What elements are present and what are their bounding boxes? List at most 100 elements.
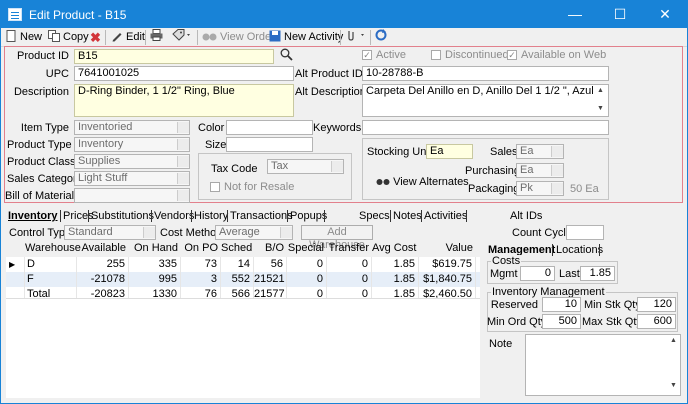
view-alternates-button[interactable]: View Alternates [376,176,469,188]
col-special[interactable]: Special [287,241,327,256]
upc-field[interactable]: 7641001025 [74,66,294,81]
product-id-field[interactable]: B15 [74,49,274,64]
alt-description-label: Alt Description [295,86,366,98]
max-stk-field[interactable]: 600 [637,314,676,329]
tab-alt-ids[interactable]: Alt IDs [510,209,542,223]
not-for-resale-label: Not for Resale [224,181,295,193]
cell-sched: 552 [221,272,254,287]
app-icon [8,8,22,21]
table-row[interactable]: F -21078 995 3 552 21521 0 0 1.85 $1,840… [6,272,480,287]
alt-product-id-field[interactable]: 10-28788-B [362,66,609,81]
edit-button[interactable]: Edit [111,29,145,46]
grid-empty-area [6,298,480,398]
keywords-field[interactable] [362,120,609,135]
note-field[interactable] [525,334,681,396]
mgmt-label: Mgmt [490,268,518,280]
add-warehouse-button[interactable]: Add Warehouse [301,225,373,251]
cost-method-label: Cost Method [160,227,223,239]
tax-code-select[interactable]: Tax [267,159,344,174]
active-checkbox[interactable]: ✓ [362,50,372,60]
not-for-resale-checkbox[interactable] [210,182,220,192]
cost-method-select[interactable]: Average [215,225,293,240]
stocking-unit-field[interactable]: Ea [426,144,473,159]
delete-icon[interactable]: ✖ [90,29,101,46]
col-on-hand[interactable]: On Hand [129,241,181,256]
item-type-select[interactable]: Inventoried [74,120,190,135]
new-button[interactable]: New [5,29,42,46]
tab-locations[interactable]: Locations [556,243,603,257]
sales-category-select[interactable]: Light Stuff [74,171,190,186]
control-type-select[interactable]: Standard [64,225,156,240]
tab-substitutions[interactable]: Substitutions [91,209,154,223]
size-field[interactable] [226,137,313,152]
tag-icon[interactable] [172,29,192,46]
col-transfer[interactable]: Transfer [327,241,372,256]
min-stk-field[interactable]: 120 [637,297,676,312]
col-warehouse[interactable]: Warehouse [25,241,81,256]
last-cost-field[interactable]: 1.85 [580,266,615,281]
tab-separator [324,210,325,222]
tab-notes[interactable]: Notes [393,209,422,223]
cell-special: 0 [287,257,327,272]
product-class-select[interactable]: Supplies [74,154,190,169]
mgmt-cost-field[interactable]: 0 [520,266,555,281]
toolbar-separator [340,30,341,45]
description-label: Description [13,86,69,98]
tab-history[interactable]: History [194,209,228,223]
tab-popups[interactable]: Popups [290,209,327,223]
search-icon[interactable] [280,48,293,64]
bom-select[interactable] [74,188,190,203]
scroll-arrows-icon[interactable]: ▲ ▼ [597,86,604,113]
maximize-button[interactable]: ☐ [598,1,642,28]
tab-separator [191,210,192,222]
grid-header: Warehouse Available On Hand On PO Sched … [6,241,480,256]
description-field[interactable]: D-Ring Binder, 1 1/2" Ring, Blue [74,84,294,117]
print-icon[interactable] [150,29,163,46]
tab-separator [88,210,89,222]
cell-avg-cost: 1.85 [372,257,419,272]
col-available[interactable]: Available [77,241,129,256]
refresh-icon[interactable] [375,29,387,46]
view-order-button[interactable]: View Order [202,29,275,46]
count-cycle-field[interactable] [566,225,604,240]
tab-inventory[interactable]: Inventory [8,209,58,223]
tab-activities[interactable]: Activities [424,209,467,223]
tab-vendors[interactable]: Vendors [154,209,194,223]
tab-separator [421,210,422,222]
packaging-unit-select[interactable]: Pk [516,181,564,196]
copy-button[interactable]: Copy [48,29,89,46]
table-row[interactable]: ▶ D 255 335 73 14 56 0 0 1.85 $619.75 [6,257,480,272]
attachment-icon[interactable] [345,29,367,46]
alt-description-field[interactable]: Carpeta Del Anillo en D, Anillo Del 1 1/… [362,84,609,117]
close-window-button[interactable]: ✕ [643,1,687,28]
available-web-checkbox[interactable]: ✓ [507,50,517,60]
tab-transactions[interactable]: Transactions [230,209,293,223]
packaging-qty: 50 Ea [570,183,599,195]
tab-separator [599,244,600,256]
last-label: Last [559,268,580,280]
min-stk-label: Min Stk Qty [584,299,641,311]
sales-unit-select[interactable]: Ea [516,144,564,159]
tab-separator [60,210,61,222]
discontinued-checkbox[interactable] [431,50,441,60]
product-id-label: Product ID [17,50,69,62]
reserved-field[interactable]: 10 [542,297,581,312]
new-label: New [20,31,43,43]
stocking-unit-label: Stocking Unit [367,146,432,158]
col-sched[interactable]: Sched [221,241,254,256]
note-scroll-arrows-icon[interactable]: ▲ ▼ [670,336,677,390]
col-on-po[interactable]: On PO [181,241,221,256]
product-type-label: Product Type [7,139,72,151]
col-value[interactable]: Value [419,241,476,256]
purchasing-unit-select[interactable]: Ea [516,163,564,178]
product-type-select[interactable]: Inventory [74,137,190,152]
color-field[interactable] [226,120,313,135]
tab-specs[interactable]: Specs [359,209,390,223]
col-bo[interactable]: B/O [254,241,287,256]
min-ord-field[interactable]: 500 [542,314,581,329]
minimize-button[interactable]: — [553,1,597,28]
col-avg-cost[interactable]: Avg Cost [372,241,419,256]
cell-warehouse: F [25,272,77,287]
upc-label: UPC [45,68,69,80]
new-activity-button[interactable]: New Activity [269,29,343,46]
